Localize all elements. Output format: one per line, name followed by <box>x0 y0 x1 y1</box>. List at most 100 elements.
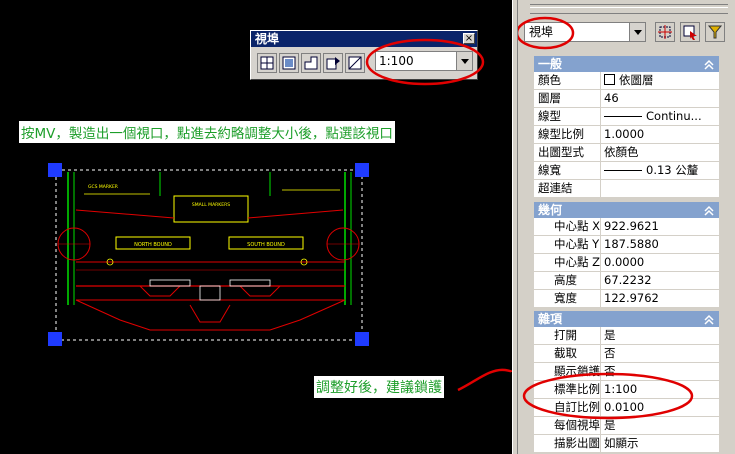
section-misc: 雜項 打開是 截取否 顯示鎖護否 標準比例 1:100 自訂比例 0.0100 每個… <box>534 311 719 453</box>
property-value: 0.0100 <box>600 399 719 416</box>
property-value: 122.9762 <box>600 290 719 307</box>
property-row-layer[interactable]: 圖層 46 <box>534 90 719 108</box>
section-header-general[interactable]: 一般 <box>534 56 719 72</box>
property-name: 顯示鎖護 <box>534 363 600 380</box>
property-value: 依顏色 <box>600 144 719 161</box>
viewports-toolbar: 視埠 × 1:100 <box>250 30 478 80</box>
property-value: 依圖層 <box>619 73 654 87</box>
property-value: 1.0000 <box>600 126 719 143</box>
property-name: 中心點 X <box>534 218 600 235</box>
model-canvas[interactable]: SMALL MARKERS NORTH BOUND SOUTH BOUND GC… <box>0 0 512 454</box>
property-row-width[interactable]: 寬度 122.9762 <box>534 290 719 308</box>
select-objects-button[interactable] <box>680 22 700 42</box>
collapse-icon[interactable] <box>703 313 715 325</box>
property-name: 寬度 <box>534 290 600 307</box>
property-row-standard-scale[interactable]: 標準比例 1:100 <box>534 381 719 399</box>
property-name: 打開 <box>534 327 600 344</box>
section-title-general: 一般 <box>538 57 563 71</box>
property-value: 否 <box>600 363 719 380</box>
gcs-marker-label: GCS MARKER <box>88 184 118 190</box>
property-name: 中心點 Y <box>534 236 600 253</box>
quick-select-icon <box>658 25 672 39</box>
property-name: 圖層 <box>534 90 600 107</box>
grip-top-right <box>355 163 369 177</box>
section-header-geometry[interactable]: 幾何 <box>534 202 719 218</box>
property-name: 自訂比例 <box>534 399 600 416</box>
lock-tip-note: 調整好後，建議鎖護 <box>314 376 444 398</box>
property-row-linetype-scale[interactable]: 線型比例 1.0000 <box>534 126 719 144</box>
small-markers-label: SMALL MARKERS <box>192 202 230 208</box>
property-row-color[interactable]: 顏色 依圖層 <box>534 72 719 90</box>
property-row-custom-scale[interactable]: 自訂比例 0.0100 <box>534 399 719 417</box>
property-row-center-y[interactable]: 中心點 Y 187.5880 <box>534 236 719 254</box>
property-name: 標準比例 <box>534 381 600 398</box>
object-type-value: 視埠 <box>529 25 554 39</box>
grip-top-left <box>48 163 62 177</box>
property-row-shade-plot[interactable]: 描影出圖 如顯示 <box>534 435 719 453</box>
property-row-display-locked[interactable]: 顯示鎖護否 <box>534 363 719 381</box>
section-general: 一般 顏色 依圖層 圖層 46 線型 Continu... 線型比例 1.0000 出圖… <box>534 56 719 198</box>
property-row-height[interactable]: 高度 67.2232 <box>534 272 719 290</box>
toggle-pickadd-button[interactable] <box>705 22 725 42</box>
collapse-icon[interactable] <box>703 204 715 216</box>
quick-select-button[interactable] <box>655 22 675 42</box>
select-objects-icon <box>683 25 697 40</box>
single-viewport-button[interactable] <box>279 53 299 73</box>
property-value: 46 <box>600 90 719 107</box>
property-row-clipped[interactable]: 截取否 <box>534 345 719 363</box>
property-row-hyperlink[interactable]: 超連結 <box>534 180 719 198</box>
chevron-down-icon[interactable] <box>629 23 645 41</box>
property-value: 922.9621 <box>600 218 719 235</box>
property-value: Continu... <box>646 109 702 123</box>
property-name: 高度 <box>534 272 600 289</box>
property-value: 否 <box>600 345 719 362</box>
property-row-lineweight[interactable]: 線寬 0.13 公釐 <box>534 162 719 180</box>
viewport-scale-value: 1:100 <box>379 54 414 68</box>
property-row-linetype[interactable]: 線型 Continu... <box>534 108 719 126</box>
section-title-geometry: 幾何 <box>538 203 563 217</box>
property-name: 中心點 Z <box>534 254 600 271</box>
panel-grip[interactable] <box>530 4 728 14</box>
property-row-plot-style[interactable]: 出圖型式 依顏色 <box>534 144 719 162</box>
polygonal-viewport-icon <box>304 56 318 70</box>
property-value <box>600 180 719 197</box>
property-name: 截取 <box>534 345 600 362</box>
grip-bottom-right <box>355 332 369 346</box>
lineweight-sample <box>604 170 642 171</box>
property-name: 顏色 <box>534 72 600 89</box>
collapse-icon[interactable] <box>703 58 715 70</box>
viewports-dialog-icon <box>260 56 274 70</box>
north-bound-label: NORTH BOUND <box>134 242 172 248</box>
property-name: 每個視埠... <box>534 417 600 434</box>
viewport-scale-dropdown[interactable]: 1:100 <box>375 51 473 71</box>
property-name: 描影出圖 <box>534 435 600 452</box>
filter-funnel-icon <box>707 25 723 39</box>
property-row-center-z[interactable]: 中心點 Z 0.0000 <box>534 254 719 272</box>
section-title-misc: 雜項 <box>538 312 563 326</box>
toolbar-close-button[interactable]: × <box>463 33 475 44</box>
viewports-dialog-button[interactable] <box>257 53 277 73</box>
property-value: 是 <box>600 327 719 344</box>
property-row-center-x[interactable]: 中心點 X 922.9621 <box>534 218 719 236</box>
property-value: 67.2232 <box>600 272 719 289</box>
property-value: 是 <box>600 417 719 434</box>
property-value: 如顯示 <box>600 435 719 452</box>
property-name: 線型 <box>534 108 600 125</box>
property-row-ucs-per-viewport[interactable]: 每個視埠...是 <box>534 417 719 435</box>
property-name: 超連結 <box>534 180 600 197</box>
chevron-down-icon[interactable] <box>456 52 472 70</box>
toolbar-title[interactable]: 視埠 <box>251 31 477 47</box>
convert-object-viewport-button[interactable] <box>323 53 343 73</box>
clip-viewport-button[interactable] <box>345 53 365 73</box>
clip-viewport-icon <box>348 56 362 70</box>
property-value: 0.0000 <box>600 254 719 271</box>
section-header-misc[interactable]: 雜項 <box>534 311 719 327</box>
property-value: 0.13 公釐 <box>646 163 699 177</box>
object-type-dropdown[interactable]: 視埠 <box>524 22 646 42</box>
property-name: 線型比例 <box>534 126 600 143</box>
linetype-sample <box>604 116 642 117</box>
color-swatch <box>604 74 615 85</box>
property-row-on[interactable]: 打開是 <box>534 327 719 345</box>
polygonal-viewport-button[interactable] <box>301 53 321 73</box>
section-geometry: 幾何 中心點 X 922.9621 中心點 Y 187.5880 中心點 Z 0.00… <box>534 202 719 308</box>
